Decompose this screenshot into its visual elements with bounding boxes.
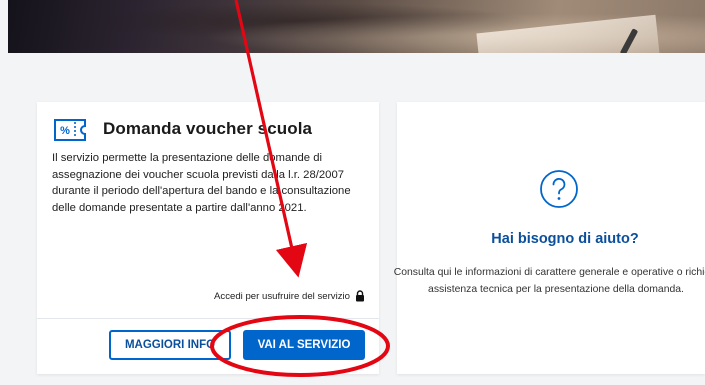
go-to-service-button[interactable]: VAI AL SERVIZIO [243,330,365,360]
help-description: Consulta qui le informazioni di caratter… [393,267,705,295]
access-notice: Accedi per usufruire del servizio [214,290,365,302]
help-question-icon [540,170,578,208]
help-title: Hai bisogno di aiuto? [491,231,639,247]
more-info-button[interactable]: MAGGIORI INFO [109,330,231,360]
access-text: Accedi per usufruire del servizio [214,290,350,302]
service-card: % Domanda voucher scuola Il servizio per… [37,102,379,374]
card-divider [37,318,379,319]
voucher-ticket-icon: % [54,119,86,141]
help-card: Hai bisogno di aiuto? Consulta qui le in… [394,102,705,374]
svg-text:%: % [60,125,70,137]
lock-icon [356,290,364,302]
service-title: Domanda voucher scuola [103,119,313,138]
service-description: Il servizio permette la presentazione de… [52,152,351,214]
hero-banner-image [8,0,705,53]
